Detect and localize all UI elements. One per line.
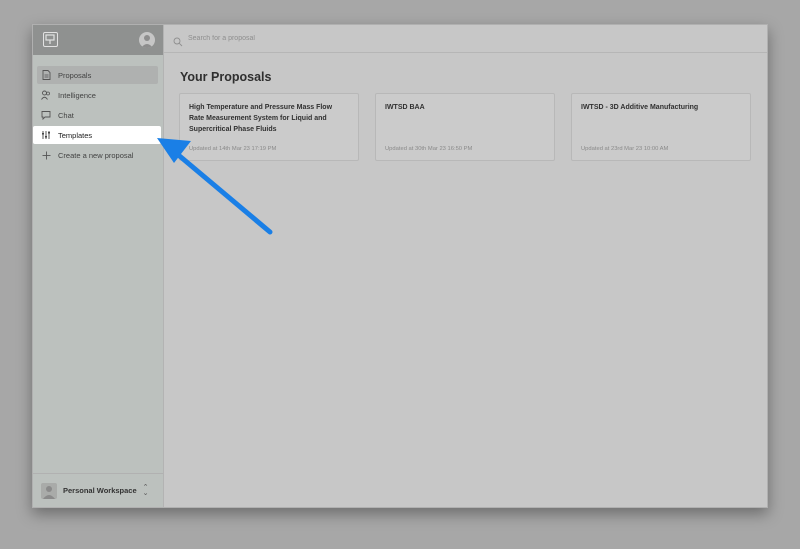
- proposal-card[interactable]: IWTSD BAA Updated at 30th Mar 23 16:50 P…: [375, 93, 555, 161]
- sidebar-item-create-proposal[interactable]: Create a new proposal: [37, 146, 158, 164]
- card-title: IWTSD BAA: [385, 104, 425, 111]
- search-input[interactable]: [188, 35, 488, 42]
- search-bar: [164, 25, 767, 53]
- workspace-avatar: [41, 482, 57, 499]
- plus-icon: [41, 150, 51, 160]
- document-icon: [41, 70, 51, 80]
- sidebar-nav: Proposals Intelligence Chat Templates Cr…: [33, 55, 163, 164]
- workspace-switcher[interactable]: Personal Workspace ⌃ ⌄: [33, 473, 163, 507]
- chat-icon: [41, 110, 51, 120]
- card-title: High Temperature and Pressure Mass Flow …: [189, 104, 333, 133]
- sidebar-item-label: Templates: [58, 130, 93, 140]
- sidebar-item-intelligence[interactable]: Intelligence: [37, 86, 158, 104]
- main-content: Your Proposals High Temperature and Pres…: [164, 25, 767, 507]
- chevron-updown-icon: ⌃ ⌄: [142, 483, 149, 497]
- sidebar-item-label: Proposals: [58, 70, 92, 80]
- logo-icon[interactable]: [43, 32, 58, 47]
- app-window: Proposals Intelligence Chat Templates Cr…: [32, 24, 768, 508]
- search-icon: [173, 34, 183, 46]
- card-title: IWTSD - 3D Additive Manufacturing: [581, 104, 699, 111]
- sidebar-item-proposals[interactable]: Proposals: [37, 66, 158, 84]
- proposal-card-list: High Temperature and Pressure Mass Flow …: [179, 93, 767, 161]
- avatar[interactable]: [139, 32, 155, 48]
- page-title: Your Proposals: [180, 70, 272, 84]
- users-icon: [41, 90, 51, 100]
- card-updated: Updated at 23rd Mar 23 10:00 AM: [581, 146, 669, 152]
- sidebar-header: [33, 25, 163, 55]
- sidebar: Proposals Intelligence Chat Templates Cr…: [33, 25, 164, 507]
- sidebar-item-label: Chat: [58, 110, 74, 120]
- sidebar-item-label: Intelligence: [58, 90, 96, 100]
- proposal-card[interactable]: High Temperature and Pressure Mass Flow …: [179, 93, 359, 161]
- sidebar-item-label: Create a new proposal: [58, 150, 134, 160]
- card-updated: Updated at 14th Mar 23 17:19 PM: [189, 146, 277, 152]
- workspace-label: Personal Workspace: [63, 486, 137, 495]
- card-updated: Updated at 30th Mar 23 16:50 PM: [385, 146, 473, 152]
- sidebar-item-templates[interactable]: Templates: [33, 126, 161, 144]
- sliders-icon: [41, 130, 51, 140]
- sidebar-item-chat[interactable]: Chat: [37, 106, 158, 124]
- proposal-card[interactable]: IWTSD - 3D Additive Manufacturing Update…: [571, 93, 751, 161]
